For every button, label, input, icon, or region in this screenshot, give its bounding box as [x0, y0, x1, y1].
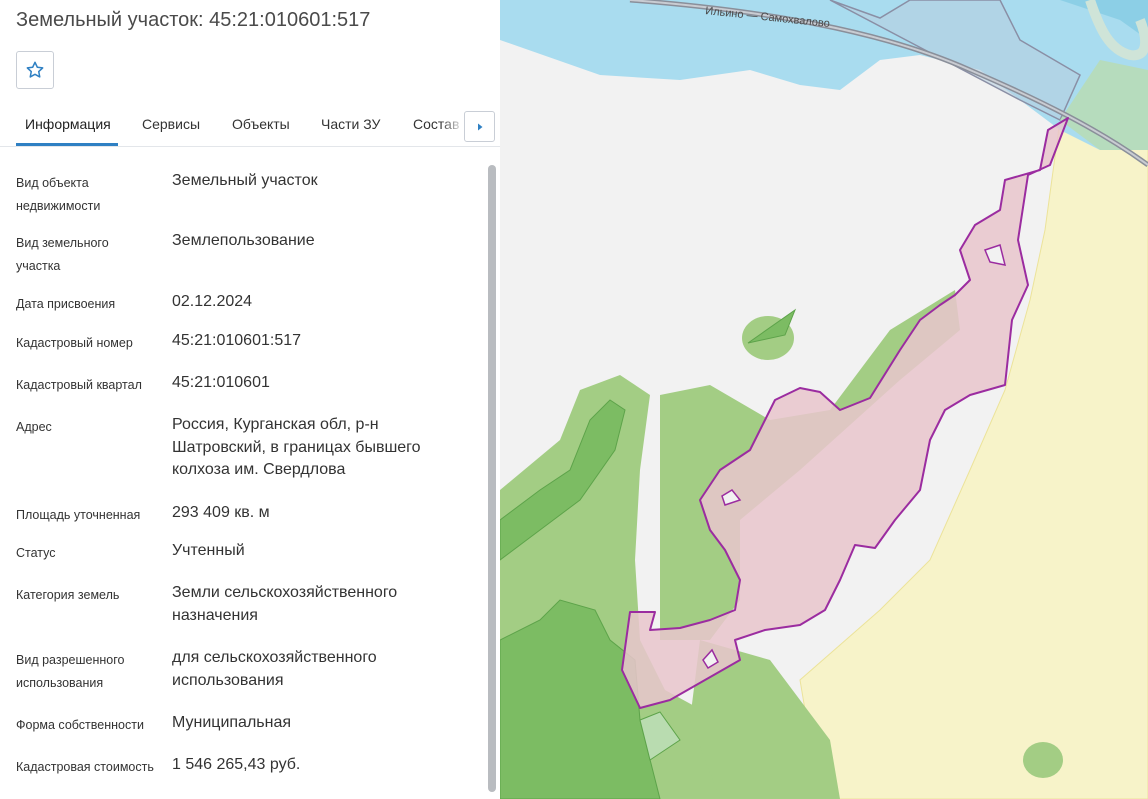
field-value: Земельный участок — [172, 172, 318, 189]
tab-bar: Информация Сервисы Объекты Части ЗУ Сост… — [0, 104, 500, 147]
field-value: 02.12.2024 — [172, 293, 253, 310]
tab-scroll-right-button[interactable] — [464, 111, 495, 142]
tab-objects[interactable]: Объекты — [232, 116, 290, 132]
field-label: Категория земель — [16, 588, 120, 602]
field-label: Кадастровый номер — [16, 336, 133, 350]
field-label: Площадь уточненная — [16, 508, 141, 522]
map-view[interactable]: Ильино — Самохвалово — [500, 0, 1148, 799]
star-icon — [26, 61, 44, 78]
field-value: для сельскохозяйственного использования — [172, 649, 377, 689]
forest-patch-southeast — [1023, 742, 1063, 778]
field-value: Россия, Курганская обл, р-н Шатровский, … — [172, 416, 421, 478]
tab-fade — [440, 104, 465, 145]
field-value: Землепользование — [172, 232, 315, 249]
field-label: Вид земельного участка — [16, 236, 109, 273]
field-value: Учтенный — [172, 542, 245, 559]
field-label: Форма собственности — [16, 718, 144, 732]
field-label: Кадастровый квартал — [16, 378, 142, 392]
tab-information[interactable]: Информация — [25, 116, 111, 132]
scrollbar-thumb[interactable] — [488, 165, 496, 792]
field-value: 293 409 кв. м — [172, 504, 270, 521]
field-value: 1 546 265,43 руб. — [172, 756, 301, 773]
field-label: Дата присвоения — [16, 297, 116, 311]
chevron-right-icon — [477, 123, 482, 130]
field-value: Земли сельскохозяйственного назначения — [172, 584, 398, 624]
field-value: 45:21:010601 — [172, 374, 270, 391]
tab-services[interactable]: Сервисы — [142, 116, 200, 132]
field-label: Кадастровая стоимость — [16, 760, 154, 774]
field-label: Адрес — [16, 420, 52, 434]
field-value: 45:21:010601:517 — [172, 332, 302, 349]
favorite-button[interactable] — [16, 51, 54, 89]
field-label: Статус — [16, 546, 56, 560]
field-label: Вид объекта недвижимости — [16, 176, 101, 213]
field-label: Вид разрешенного использования — [16, 653, 125, 690]
tab-parcel-parts[interactable]: Части ЗУ — [321, 116, 380, 132]
info-panel: Земельный участок: 45:21:010601:517 Инфо… — [0, 0, 500, 799]
map-canvas[interactable]: Ильино — Самохвалово — [500, 0, 1148, 799]
page-title: Земельный участок: 45:21:010601:517 — [16, 9, 371, 31]
active-tab-indicator — [16, 143, 118, 146]
field-value: Муниципальная — [172, 714, 292, 731]
